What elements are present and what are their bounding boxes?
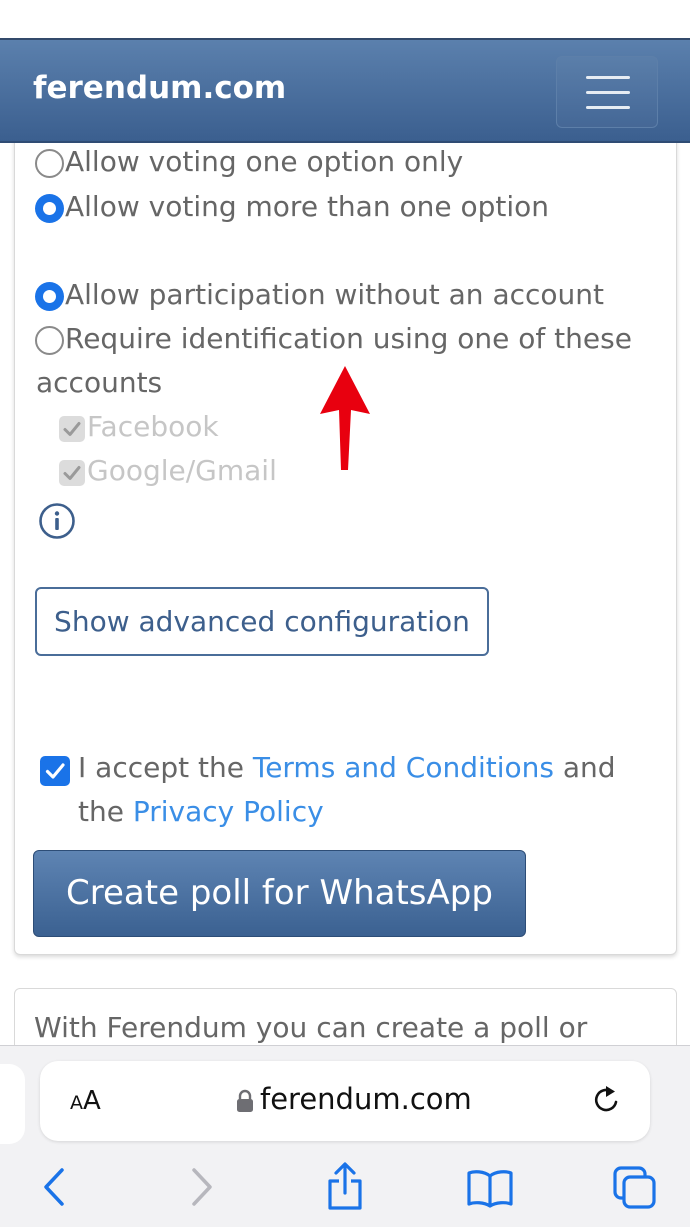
- label-require-identification: Require identification using one of thes…: [65, 322, 632, 355]
- label-require-identification-cont: accounts: [36, 366, 163, 399]
- menu-button[interactable]: [556, 56, 658, 128]
- create-poll-button[interactable]: Create poll for WhatsApp: [33, 850, 526, 937]
- checkbox-accept-terms[interactable]: [40, 756, 70, 786]
- radio-participation-no-account[interactable]: [35, 282, 64, 311]
- label-google: Google/Gmail: [87, 454, 277, 487]
- text-size-button[interactable]: AA: [70, 1086, 101, 1116]
- check-icon: [63, 422, 81, 436]
- reload-icon[interactable]: [591, 1083, 621, 1117]
- terms-and-conditions-link[interactable]: Terms and Conditions: [253, 751, 554, 784]
- forward-icon[interactable]: [186, 1166, 216, 1208]
- label-voting-multiple: Allow voting more than one option: [65, 190, 550, 223]
- terms-line-1: I accept the Terms and Conditions and: [78, 751, 616, 784]
- label-voting-one: Allow voting one option only: [65, 145, 464, 178]
- previous-tab-preview[interactable]: [0, 1064, 25, 1144]
- radio-require-identification[interactable]: [35, 326, 64, 355]
- radio-voting-multiple[interactable]: [35, 194, 64, 223]
- checkbox-facebook: [59, 416, 85, 442]
- hamburger-menu-icon-line: [586, 106, 630, 109]
- terms-text-and: and: [553, 751, 616, 784]
- show-advanced-configuration-button[interactable]: Show advanced configuration: [35, 587, 489, 656]
- check-icon: [45, 763, 65, 779]
- address-bar[interactable]: AA ferendum.com: [40, 1061, 650, 1141]
- lock-icon: [237, 1089, 253, 1112]
- share-icon[interactable]: [325, 1161, 365, 1211]
- text-size-small-a: A: [70, 1092, 83, 1114]
- text-size-large-a: A: [83, 1086, 101, 1116]
- terms-text: I accept the: [78, 751, 253, 784]
- browser-toolbar: AA ferendum.com: [0, 1045, 690, 1227]
- checkbox-google: [59, 460, 85, 486]
- info-text: With Ferendum you can create a poll or: [34, 1011, 588, 1044]
- annotation-arrow-icon: [320, 366, 370, 470]
- privacy-policy-link[interactable]: Privacy Policy: [133, 795, 324, 828]
- check-icon: [63, 466, 81, 480]
- radio-voting-one[interactable]: [35, 149, 64, 178]
- label-facebook: Facebook: [87, 410, 219, 443]
- info-icon[interactable]: [38, 502, 76, 540]
- url-text: ferendum.com: [260, 1082, 472, 1116]
- hamburger-menu-icon-line: [586, 91, 630, 94]
- back-icon[interactable]: [40, 1166, 70, 1208]
- status-bar-area: [0, 0, 690, 38]
- label-participation-no-account: Allow participation without an account: [65, 278, 604, 311]
- tabs-icon[interactable]: [612, 1165, 658, 1211]
- bookmarks-icon[interactable]: [466, 1168, 514, 1208]
- hamburger-menu-icon: [586, 76, 630, 79]
- terms-text-the: the: [78, 795, 133, 828]
- site-logo[interactable]: ferendum.com: [33, 70, 286, 106]
- site-header: ferendum.com: [0, 38, 690, 143]
- terms-line-2: the Privacy Policy: [78, 795, 324, 828]
